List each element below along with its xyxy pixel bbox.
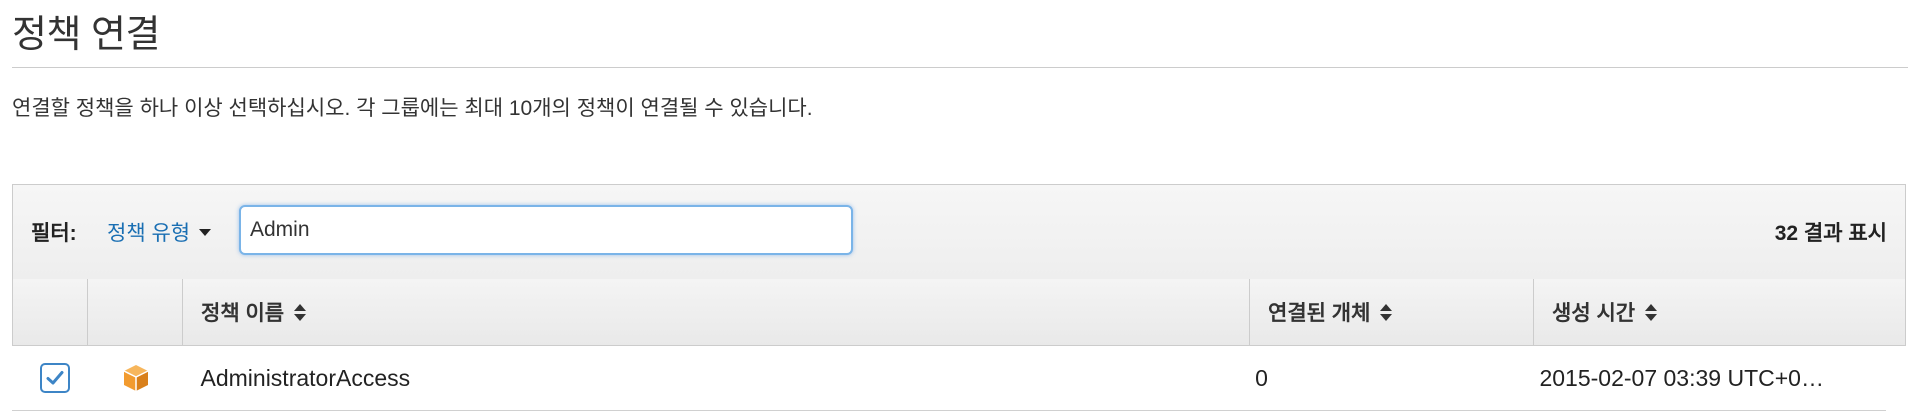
header-policy-name-label: 정책 이름 xyxy=(201,302,285,325)
aws-managed-policy-cube-icon xyxy=(124,365,149,391)
attached-entities-cell: 0 xyxy=(1255,364,1268,391)
title-divider xyxy=(12,67,1908,68)
table-row[interactable]: AdministratorAccess 0 2015-02-07 03:39 U… xyxy=(12,346,1886,411)
policy-type-dropdown[interactable]: 정책 유형 xyxy=(107,217,212,247)
header-icon-column xyxy=(88,279,183,345)
header-policy-name[interactable]: 정책 이름 xyxy=(183,279,1250,345)
header-creation-time[interactable]: 생성 시간 xyxy=(1534,279,1905,345)
search-input[interactable] xyxy=(239,205,853,255)
page-description: 연결할 정책을 하나 이상 선택하십시오. 각 그룹에는 최대 10개의 정책이… xyxy=(12,97,813,120)
sort-icon xyxy=(294,303,307,321)
row-select-cell xyxy=(12,346,86,410)
policy-type-label: 정책 유형 xyxy=(107,222,191,245)
policy-panel: 필터: 정책 유형 32 결과 표시 정책 이름 연결된 개체 생성 시간 xyxy=(12,184,1906,411)
header-attached-entities-label: 연결된 개체 xyxy=(1268,302,1371,325)
page-title: 정책 연결 xyxy=(12,14,160,56)
caret-down-icon xyxy=(199,228,212,236)
header-attached-entities[interactable]: 연결된 개체 xyxy=(1250,279,1534,345)
result-count: 32 결과 표시 xyxy=(1774,222,1887,245)
filter-bar: 필터: 정책 유형 32 결과 표시 xyxy=(12,184,1906,280)
row-checkbox[interactable] xyxy=(40,363,71,393)
header-select-column xyxy=(13,279,88,345)
sort-icon xyxy=(1380,303,1393,321)
header-creation-time-label: 생성 시간 xyxy=(1552,302,1636,325)
row-icon-cell xyxy=(86,346,180,410)
creation-time-cell: 2015-02-07 03:39 UTC+0… xyxy=(1539,364,1824,391)
policy-name-cell: AdministratorAccess xyxy=(200,364,411,391)
table-header: 정책 이름 연결된 개체 생성 시간 xyxy=(12,279,1906,346)
filter-label: 필터: xyxy=(31,222,77,245)
checkmark-icon xyxy=(46,371,64,385)
sort-icon xyxy=(1645,303,1658,321)
